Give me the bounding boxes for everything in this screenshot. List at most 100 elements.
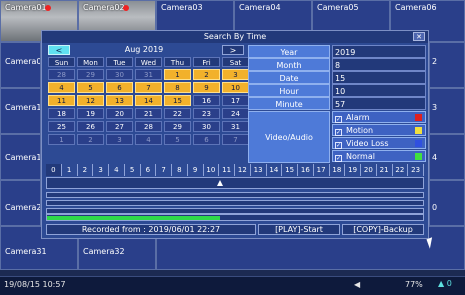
- calendar-day[interactable]: 3: [222, 69, 249, 80]
- calendar-day[interactable]: 17: [222, 95, 249, 106]
- calendar-day[interactable]: 26: [77, 121, 104, 132]
- hour-tick-8[interactable]: 8: [172, 164, 188, 176]
- hour-tick-9[interactable]: 9: [188, 164, 204, 176]
- network-icon: ▲ 0: [438, 279, 452, 288]
- calendar-day: 6: [193, 134, 220, 145]
- weekday-fri: Fri: [193, 57, 220, 67]
- calendar-day[interactable]: 13: [106, 95, 133, 106]
- calendar-day[interactable]: 10: [222, 82, 249, 93]
- hour-tick-10[interactable]: 10: [204, 164, 220, 176]
- hour-tick-18[interactable]: 18: [330, 164, 346, 176]
- calendar-day[interactable]: 5: [77, 82, 104, 93]
- next-month-button[interactable]: >: [222, 45, 244, 55]
- hour-tick-23[interactable]: 23: [408, 164, 424, 176]
- calendar-day[interactable]: 7: [135, 82, 162, 93]
- minute-field[interactable]: 57: [332, 97, 426, 110]
- camera-tile-19[interactable]: Camera1: [0, 134, 41, 180]
- calendar-day: 1: [48, 134, 75, 145]
- prev-month-button[interactable]: <: [48, 45, 70, 55]
- camera-tile-07[interactable]: Camera0: [0, 42, 41, 88]
- calendar-day[interactable]: 9: [193, 82, 220, 93]
- hour-tick-21[interactable]: 21: [377, 164, 393, 176]
- hour-tick-20[interactable]: 20: [361, 164, 377, 176]
- hour-tick-14[interactable]: 14: [267, 164, 283, 176]
- calendar-day[interactable]: 27: [106, 121, 133, 132]
- calendar-day[interactable]: 14: [135, 95, 162, 106]
- timeline-slider[interactable]: [46, 177, 424, 189]
- hour-tick-2[interactable]: 2: [78, 164, 94, 176]
- event-filter-video-loss[interactable]: ✓ Video Loss: [332, 137, 426, 149]
- calendar-day[interactable]: 18: [48, 108, 75, 119]
- calendar-day[interactable]: 24: [222, 108, 249, 119]
- calendar-day[interactable]: 29: [164, 121, 191, 132]
- calendar-day: 28: [48, 69, 75, 80]
- hour-tick-13[interactable]: 13: [251, 164, 267, 176]
- minute-label: Minute: [248, 97, 330, 110]
- video-audio-button[interactable]: Video/Audio: [248, 111, 330, 163]
- timeline-thumb-icon[interactable]: [216, 180, 223, 186]
- calendar-day[interactable]: 6: [106, 82, 133, 93]
- hour-tick-7[interactable]: 7: [156, 164, 172, 176]
- camera-tile-25[interactable]: Camera2: [0, 180, 41, 226]
- weekday-thu: Thu: [164, 57, 191, 67]
- calendar-day[interactable]: 8: [164, 82, 191, 93]
- event-filter-motion[interactable]: ✓ Motion: [332, 124, 426, 136]
- camera-tile-24[interactable]: 4: [429, 134, 465, 180]
- hour-field[interactable]: 10: [332, 84, 426, 97]
- speaker-icon[interactable]: ◀: [354, 280, 360, 289]
- hour-tick-5[interactable]: 5: [125, 164, 141, 176]
- weekday-sat: Sat: [222, 57, 249, 67]
- camera-tile-18[interactable]: 3: [429, 88, 465, 134]
- hour-tick-16[interactable]: 16: [298, 164, 314, 176]
- calendar-day[interactable]: 2: [193, 69, 220, 80]
- camera-label: Camera0: [5, 57, 41, 66]
- hour-tick-0[interactable]: 0: [46, 164, 62, 176]
- date-label: Date: [248, 71, 330, 84]
- calendar-day[interactable]: 30: [193, 121, 220, 132]
- year-field[interactable]: 2019: [332, 45, 426, 58]
- calendar-day[interactable]: 31: [222, 121, 249, 132]
- camera-tile-13[interactable]: Camera1: [0, 88, 41, 134]
- checkbox-icon[interactable]: ✓: [335, 129, 342, 136]
- event-filter-normal[interactable]: ✓ Normal: [332, 150, 426, 162]
- calendar-day[interactable]: 22: [164, 108, 191, 119]
- hour-tick-19[interactable]: 19: [345, 164, 361, 176]
- hour-tick-4[interactable]: 4: [109, 164, 125, 176]
- camera-tile-12[interactable]: 2: [429, 42, 465, 88]
- calendar-day[interactable]: 16: [193, 95, 220, 106]
- hour-tick-3[interactable]: 3: [93, 164, 109, 176]
- camera-label: 4: [432, 153, 438, 162]
- calendar-day[interactable]: 20: [106, 108, 133, 119]
- camera-tile-30[interactable]: 0: [429, 180, 465, 226]
- checkbox-icon[interactable]: ✓: [335, 142, 342, 149]
- event-filter-alarm[interactable]: ✓ Alarm: [332, 111, 426, 123]
- calendar-day[interactable]: 19: [77, 108, 104, 119]
- play-start-button[interactable]: [PLAY]-Start: [258, 224, 340, 235]
- calendar-day[interactable]: 28: [135, 121, 162, 132]
- hour-tick-15[interactable]: 15: [282, 164, 298, 176]
- calendar-day[interactable]: 21: [135, 108, 162, 119]
- hour-tick-11[interactable]: 11: [219, 164, 235, 176]
- calendar-day[interactable]: 1: [164, 69, 191, 80]
- calendar-day[interactable]: 11: [48, 95, 75, 106]
- hour-tick-12[interactable]: 12: [235, 164, 251, 176]
- hour-tick-22[interactable]: 22: [393, 164, 409, 176]
- calendar-day[interactable]: 12: [77, 95, 104, 106]
- hour-tick-6[interactable]: 6: [141, 164, 157, 176]
- calendar-day[interactable]: 23: [193, 108, 220, 119]
- recorded-from-label: Recorded from : 2019/06/01 22:27: [46, 224, 256, 235]
- checkbox-icon[interactable]: ✓: [335, 155, 342, 162]
- checkbox-icon[interactable]: ✓: [335, 116, 342, 123]
- hour-tick-1[interactable]: 1: [62, 164, 78, 176]
- hour-tick-17[interactable]: 17: [314, 164, 330, 176]
- camera-label: Camera1: [5, 153, 41, 162]
- calendar-day[interactable]: 25: [48, 121, 75, 132]
- calendar-day[interactable]: 15: [164, 95, 191, 106]
- close-icon[interactable]: ✕: [413, 32, 425, 41]
- camera-label: Camera32: [83, 247, 125, 256]
- month-field[interactable]: 8: [332, 58, 426, 71]
- copy-backup-button[interactable]: [COPY]-Backup: [342, 224, 424, 235]
- calendar-day[interactable]: 4: [48, 82, 75, 93]
- date-field[interactable]: 15: [332, 71, 426, 84]
- recorded-progress-fill: [47, 216, 220, 220]
